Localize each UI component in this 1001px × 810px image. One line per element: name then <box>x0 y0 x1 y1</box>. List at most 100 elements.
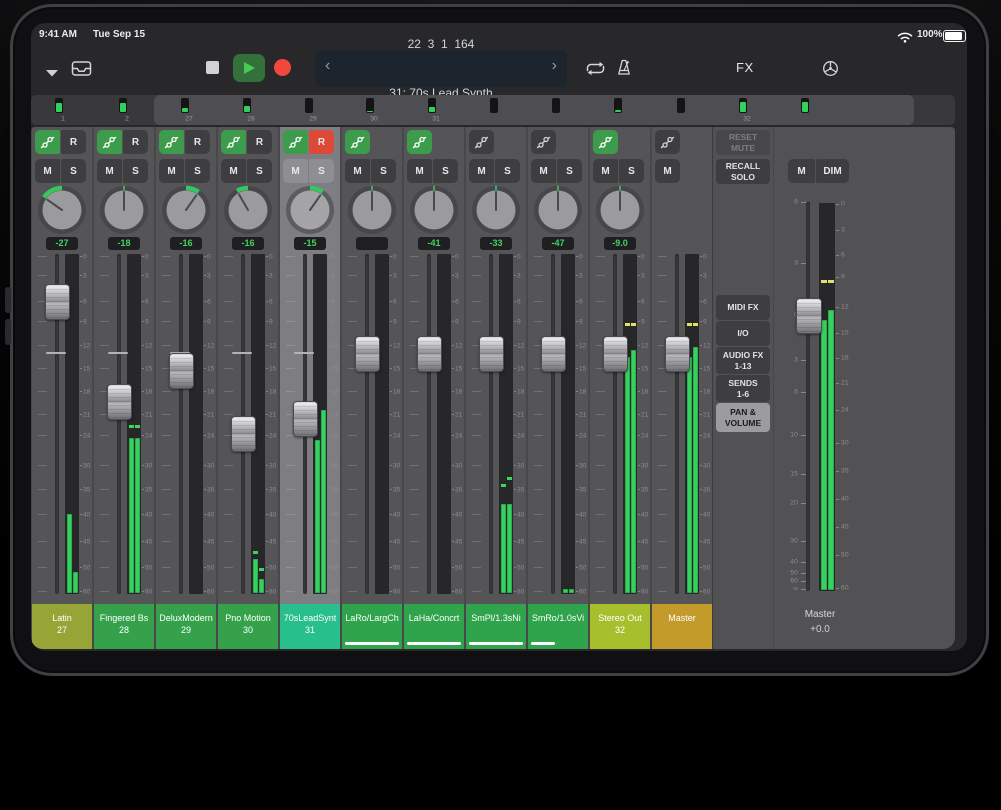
solo-button[interactable]: S <box>371 159 396 183</box>
library-tray-icon[interactable] <box>71 60 92 82</box>
automation-button[interactable] <box>35 130 60 154</box>
fader-cap[interactable] <box>603 336 628 372</box>
view-button-audio-fx[interactable]: AUDIO FX 1-13 <box>716 347 770 374</box>
fader-cap[interactable] <box>107 384 132 420</box>
metronome-icon[interactable] <box>616 59 632 81</box>
view-button-sends[interactable]: SENDS 1-6 <box>716 375 770 402</box>
recall-solo-button[interactable]: RECALL SOLO <box>716 159 770 184</box>
play-button[interactable] <box>233 54 265 82</box>
pan-knob[interactable] <box>221 183 275 237</box>
mute-button[interactable]: M <box>221 159 246 183</box>
fader-tick <box>224 591 233 592</box>
track-label-smro-1-0svi[interactable]: SmRo/1.0sVi <box>528 604 588 649</box>
solo-button[interactable]: S <box>309 159 334 183</box>
fader-cap[interactable] <box>293 401 318 437</box>
meter-tick <box>266 591 269 592</box>
fader-cap[interactable] <box>417 336 442 372</box>
fader-tick <box>534 541 543 542</box>
automation-button[interactable] <box>97 130 122 154</box>
lcd-prev-icon[interactable]: ‹ <box>325 58 330 74</box>
mute-button[interactable]: M <box>345 159 370 183</box>
track-label-pno-motion[interactable]: Pno Motion30 <box>218 604 278 649</box>
record-enable-button[interactable]: R <box>61 130 86 154</box>
record-button[interactable] <box>274 59 291 76</box>
fader-cap[interactable] <box>45 284 70 320</box>
fader-cap[interactable] <box>231 416 256 452</box>
automation-button[interactable] <box>469 130 494 154</box>
volume-down-button[interactable] <box>5 319 11 345</box>
view-button-midi-fx[interactable]: MIDI FX <box>716 295 770 320</box>
track-label-smpl-1-3sni[interactable]: SmPl/1.3sNi <box>466 604 526 649</box>
track-label-laro-largch[interactable]: LaRo/LargCh <box>342 604 402 649</box>
cycle-icon[interactable] <box>584 61 607 81</box>
automation-button[interactable] <box>531 130 556 154</box>
pan-knob[interactable] <box>345 183 399 237</box>
pan-knob[interactable] <box>35 183 89 237</box>
solo-button[interactable]: S <box>495 159 520 183</box>
master-dim-button[interactable]: DIM <box>816 159 849 183</box>
track-label-deluxmodern[interactable]: DeluxModern29 <box>156 604 216 649</box>
fader-cap[interactable] <box>169 353 194 389</box>
solo-button[interactable]: S <box>247 159 272 183</box>
solo-button[interactable]: S <box>123 159 148 183</box>
track-label-laha-concrt[interactable]: LaHa/Concrt <box>404 604 464 649</box>
volume-up-button[interactable] <box>5 287 11 313</box>
meter-tick <box>204 567 207 568</box>
pan-knob[interactable] <box>469 183 523 237</box>
mute-button[interactable]: M <box>469 159 494 183</box>
mute-button[interactable]: M <box>159 159 184 183</box>
track-label-70sleadsynt[interactable]: 70sLeadSynt31 <box>280 604 340 649</box>
track-label-latin[interactable]: Latin27 <box>32 604 92 649</box>
fader-cap[interactable] <box>355 336 380 372</box>
mute-button[interactable]: M <box>35 159 60 183</box>
pan-knob[interactable] <box>97 183 151 237</box>
fader-cap[interactable] <box>541 336 566 372</box>
fader-cap[interactable] <box>479 336 504 372</box>
mute-button[interactable]: M <box>531 159 556 183</box>
automation-button[interactable] <box>283 130 308 154</box>
master-mute-button[interactable]: M <box>788 159 815 183</box>
reset-mute-button[interactable]: RESET MUTE <box>716 130 770 155</box>
track-overview-ruler[interactable]: 12272829303132 <box>31 95 955 125</box>
automation-button[interactable] <box>655 130 680 154</box>
meter-scale-label: 24 <box>83 431 94 438</box>
record-enable-button[interactable]: R <box>185 130 210 154</box>
mute-button[interactable]: M <box>97 159 122 183</box>
pan-knob[interactable] <box>593 183 647 237</box>
settings-gear-icon[interactable] <box>821 59 840 83</box>
master-fader-cap[interactable] <box>796 298 822 334</box>
solo-button[interactable]: S <box>185 159 210 183</box>
pan-knob[interactable] <box>531 183 585 237</box>
fader-cap[interactable] <box>665 336 690 372</box>
lcd-display[interactable]: ‹ 22 3 1 164 31: 70s Lead Synth › <box>315 50 567 87</box>
automation-button[interactable] <box>159 130 184 154</box>
pan-knob[interactable] <box>407 183 461 237</box>
disclosure-chevron-icon[interactable] <box>45 64 59 82</box>
automation-button[interactable] <box>345 130 370 154</box>
record-enable-button[interactable]: R <box>309 130 334 154</box>
fader-tick <box>472 301 481 302</box>
automation-button[interactable] <box>407 130 432 154</box>
pan-knob[interactable] <box>159 183 213 237</box>
mute-button[interactable]: M <box>283 159 308 183</box>
automation-button[interactable] <box>221 130 246 154</box>
track-label-master[interactable]: Master <box>652 604 712 649</box>
mute-button[interactable]: M <box>655 159 680 183</box>
solo-button[interactable]: S <box>433 159 458 183</box>
automation-button[interactable] <box>593 130 618 154</box>
view-button-io[interactable]: I/O <box>716 321 770 346</box>
lcd-next-icon[interactable]: › <box>552 58 557 74</box>
track-label-stereo-out[interactable]: Stereo Out32 <box>590 604 650 649</box>
stop-button[interactable] <box>206 61 219 74</box>
pan-knob[interactable] <box>283 183 337 237</box>
mute-button[interactable]: M <box>593 159 618 183</box>
mute-button[interactable]: M <box>407 159 432 183</box>
view-button-pan-volume[interactable]: PAN & VOLUME <box>716 403 770 432</box>
solo-button[interactable]: S <box>557 159 582 183</box>
solo-button[interactable]: S <box>619 159 644 183</box>
record-enable-button[interactable]: R <box>123 130 148 154</box>
track-label-fingered-bs[interactable]: Fingered Bs28 <box>94 604 154 649</box>
fx-button[interactable]: FX <box>736 60 754 75</box>
record-enable-button[interactable]: R <box>247 130 272 154</box>
solo-button[interactable]: S <box>61 159 86 183</box>
